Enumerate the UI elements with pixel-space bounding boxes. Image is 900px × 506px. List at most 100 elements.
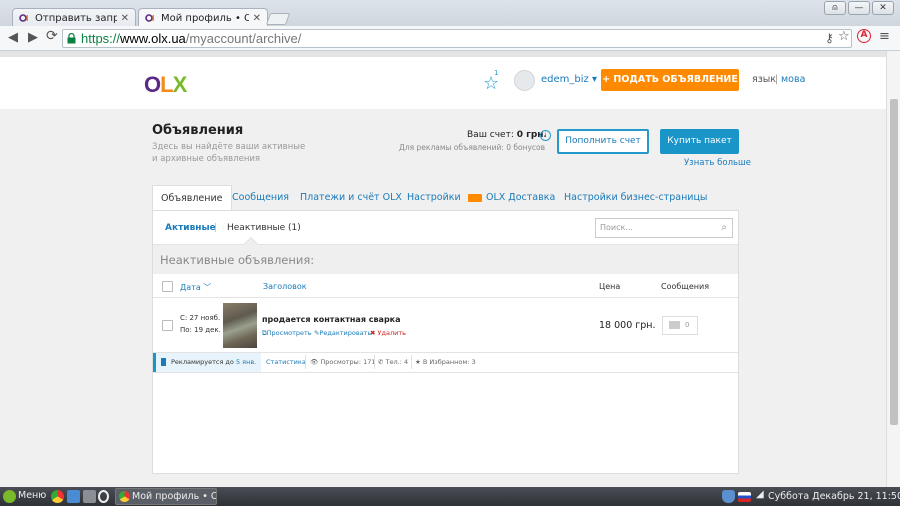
ad-thumbnail[interactable] [223, 303, 257, 348]
lock-icon [67, 33, 76, 44]
forward-arrow-icon[interactable]: ▶ [28, 30, 38, 45]
eye-icon: 👁 [310, 358, 321, 366]
window-close-button[interactable]: ✕ [872, 1, 894, 15]
tab-payments[interactable]: Платежи и счёт OLX [300, 185, 402, 211]
opera-icon[interactable] [98, 490, 109, 503]
subtab-inactive[interactable]: Неактивные (1) [227, 223, 301, 233]
ad-stats-bar: Рекламируется до 5 янв. Статистика 👁 Про… [153, 353, 738, 373]
favorites-count: 1 [494, 69, 499, 77]
view-action[interactable]: ⧉Просмотреть [262, 329, 312, 338]
tab-messages[interactable]: Сообщения [232, 185, 289, 211]
mint-menu-icon[interactable] [3, 490, 16, 503]
banner-text: Неактивные объявления: [160, 253, 315, 267]
close-icon[interactable]: ✕ [253, 13, 261, 24]
divider [305, 355, 306, 369]
phone-icon: ✆ [378, 358, 386, 366]
address-bar[interactable]: https://www.olx.ua/myaccount/archive/ [62, 29, 852, 48]
olx-favicon-icon [19, 14, 28, 22]
promoted-date: 5 янв. [235, 358, 257, 366]
x-icon: ✖ [370, 329, 376, 337]
clock: Суббота Декабрь 21, 11:50:50 [768, 491, 900, 502]
bookmark-star-icon[interactable]: ☆ [838, 29, 850, 44]
ad-title[interactable]: продается контактная сварка [262, 315, 401, 324]
column-title[interactable]: Заголовок [263, 282, 307, 291]
table-row: С: 27 нояб. По: 19 дек. продается контак… [153, 298, 738, 353]
divider [411, 355, 412, 369]
date-to: По: 19 дек. [180, 326, 221, 334]
bookmark-icon [161, 358, 166, 366]
page-subtitle: Здесь вы найдёте ваши активные и архивны… [152, 142, 306, 164]
search-input[interactable]: Поиск... ⌕ [595, 218, 733, 238]
statistics-link[interactable]: Статистика [266, 358, 306, 366]
back-arrow-icon[interactable]: ◀ [8, 30, 18, 45]
keyboard-layout-flag-icon[interactable] [738, 492, 751, 502]
star-icon: ★ [415, 358, 423, 366]
shield-icon[interactable] [722, 490, 735, 503]
chevron-down-icon: ﹀ [203, 283, 212, 292]
post-ad-button[interactable]: + ПОДАТЬ ОБЪЯВЛЕНИЕ [601, 69, 739, 91]
messages-count[interactable]: 0 [662, 316, 698, 335]
page-scrollbar[interactable] [886, 51, 900, 487]
select-all-checkbox[interactable] [162, 281, 173, 292]
bonus-text: Для рекламы объявлений: 0 бонусов [399, 143, 546, 152]
search-icon[interactable]: ⌕ [721, 219, 727, 237]
site-header: OLX ☆ 1 edem_biz ▾ + ПОДАТЬ ОБЪЯВЛЕНИЕ я… [0, 57, 886, 109]
divider [374, 355, 375, 369]
table-header: Дата ﹀ Заголовок Цена Сообщения [153, 274, 738, 298]
topup-button[interactable]: Пополнить счет [557, 129, 649, 154]
reload-icon[interactable]: ⟳ [46, 28, 58, 44]
phone-stat: ✆ Тел.: 4 [378, 358, 409, 366]
key-icon[interactable]: ⚷ [825, 31, 834, 45]
olx-logo[interactable]: OLX [144, 67, 190, 103]
scrollbar-thumb[interactable] [890, 99, 898, 425]
avatar[interactable] [514, 70, 535, 91]
page-viewport: OLX ☆ 1 edem_biz ▾ + ПОДАТЬ ОБЪЯВЛЕНИЕ я… [0, 51, 886, 487]
new-tab-button[interactable] [265, 13, 291, 25]
banner-notch [243, 236, 259, 252]
lang-uk[interactable]: мова [781, 74, 805, 85]
profile-tabs: Объявление Сообщения Платежи и счёт OLX … [152, 185, 739, 211]
delete-action[interactable]: ✖ Удалить [370, 329, 406, 337]
inactive-banner: Неактивные объявления: [153, 236, 738, 274]
date-from: С: 27 нояб. [180, 314, 221, 322]
envelope-icon [669, 321, 680, 329]
browser-toolbar: ◀ ▶ ⟳ https://www.olx.ua/myaccount/archi… [0, 26, 900, 51]
menu-icon[interactable]: ≡ [879, 29, 890, 44]
learn-more-link[interactable]: Узнать больше [684, 158, 751, 168]
browser-tab-profile[interactable]: Мой профиль • OLX.ua ✕ [138, 8, 268, 27]
account-balance: Ваш счет: 0 грн. [467, 130, 547, 140]
user-icon[interactable]: ⍝ [824, 1, 846, 15]
promoted-label: Рекламируется до 5 янв. [153, 353, 261, 372]
edit-action[interactable]: ✎Редактировать [314, 329, 371, 337]
row-checkbox[interactable] [162, 320, 173, 331]
close-icon[interactable]: ✕ [121, 13, 129, 24]
lang-separator: | [775, 74, 779, 85]
truck-icon [468, 193, 482, 202]
ad-price: 18 000 грн. [599, 320, 656, 331]
tab-business-settings[interactable]: Настройки бизнес-страницы [564, 185, 707, 211]
subtab-separator: | [214, 223, 218, 233]
tab-settings[interactable]: Настройки [407, 185, 461, 211]
info-icon[interactable]: i [540, 130, 551, 141]
browser-tab-title: Отправить запрос – Ц [35, 12, 117, 24]
menu-button[interactable]: Меню [18, 490, 46, 501]
calculator-icon[interactable] [83, 490, 96, 503]
folder-icon[interactable] [67, 490, 80, 503]
tab-ads[interactable]: Объявление [152, 185, 232, 211]
chrome-icon[interactable] [51, 490, 64, 503]
buy-package-button[interactable]: Купить пакет [660, 129, 739, 154]
taskbar-window-profile[interactable]: Мой профиль • OLX. [115, 488, 217, 505]
column-date[interactable]: Дата ﹀ [180, 282, 211, 293]
ads-panel: Активные | Неактивные (1) Поиск... ⌕ Неа… [152, 210, 739, 474]
lang-ru: язык [752, 74, 777, 85]
username-menu[interactable]: edem_biz ▾ [541, 74, 597, 85]
url-host: www.olx.ua [120, 31, 186, 46]
subtab-active[interactable]: Активные [165, 223, 216, 233]
minimize-button[interactable]: — [848, 1, 870, 15]
tab-delivery[interactable]: OLX Доставка [468, 185, 555, 211]
olx-favicon-icon [145, 14, 154, 22]
url-path: /myaccount/archive/ [185, 31, 302, 46]
browser-tab-request[interactable]: Отправить запрос – Ц ✕ [12, 8, 136, 27]
column-price: Цена [599, 282, 621, 291]
extension-a-icon[interactable]: A [857, 29, 871, 43]
